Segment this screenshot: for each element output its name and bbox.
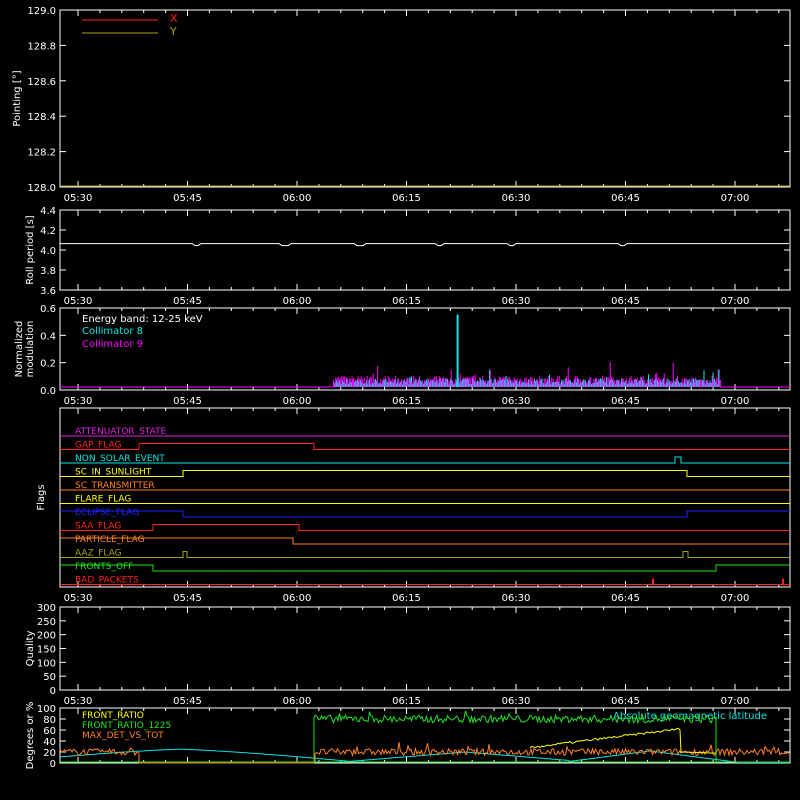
y-axis-label: Quality (25, 631, 36, 667)
y-tick-label: 50 (43, 672, 56, 683)
flag-label: ECLIPSE_FLAG (75, 508, 139, 518)
flag-trace (60, 537, 790, 545)
x-tick-label: 05:45 (173, 396, 202, 407)
x-tick-label: 06:15 (392, 193, 421, 204)
front-ratio-trace (529, 727, 717, 754)
x-tick-label: 06:45 (611, 696, 640, 707)
x-tick-label: 06:45 (611, 593, 640, 604)
x-tick-label: 06:00 (283, 193, 312, 204)
y-axis-label: Flags (36, 484, 47, 510)
x-tick-label: 05:30 (64, 696, 93, 707)
y-tick-label: 4.0 (40, 246, 56, 257)
x-tick-label: 06:00 (283, 696, 312, 707)
x-tick-label: 05:30 (64, 396, 93, 407)
collimator-9-label: Collimator 9 (82, 339, 143, 350)
x-tick-label: 07:00 (721, 696, 750, 707)
y-tick-label: 0 (50, 686, 56, 697)
front-ratio-label: FRONT_RATIO (82, 711, 144, 721)
y-tick-label: 128.2 (27, 148, 56, 159)
y-axis-label: Roll period [s] (25, 215, 36, 284)
max-det-label: MAX_DET_VS_TOT (82, 731, 164, 741)
x-tick-label: 06:00 (283, 593, 312, 604)
y-axis-label: Degrees or % (25, 702, 36, 770)
x-tick-label: 06:15 (392, 696, 421, 707)
x-tick-label: 05:45 (173, 593, 202, 604)
y-tick-label: 0.6 (40, 304, 56, 315)
x-tick-label: 07:00 (721, 296, 750, 307)
panel-1-frame (59, 209, 791, 291)
y-tick-label: 100 (37, 704, 56, 715)
y-tick-label: 4.4 (40, 206, 56, 217)
x-tick-label: 06:15 (392, 296, 421, 307)
x-tick-label: 05:45 (173, 296, 202, 307)
x-tick-label: 06:45 (611, 296, 640, 307)
flag-trace (60, 470, 790, 477)
y-tick-label: 250 (37, 617, 56, 628)
x-tick-label: 05:45 (173, 696, 202, 707)
x-tick-label: 06:30 (502, 593, 531, 604)
roll-period-trace (60, 243, 789, 247)
x-tick-label: 07:00 (721, 593, 750, 604)
x-tick-label: 06:15 (392, 396, 421, 407)
y-axis-label: modulation (25, 321, 36, 378)
y-tick-label: 80 (43, 715, 56, 726)
y-tick-label: 4.2 (40, 226, 56, 237)
y-tick-label: 0.2 (40, 359, 56, 370)
x-tick-label: 06:00 (283, 396, 312, 407)
flag-trace (60, 524, 790, 531)
y-tick-label: 40 (43, 737, 56, 748)
y-tick-label: 60 (43, 726, 56, 737)
flag-trace (60, 443, 790, 450)
front-ratio-1225-label: FRONT_RATIO_1225 (82, 721, 171, 731)
y-tick-label: 128.4 (27, 112, 56, 123)
collimator-8-label: Collimator 8 (82, 326, 143, 337)
x-tick-label: 05:30 (64, 593, 93, 604)
y-tick-label: 3.8 (40, 266, 56, 277)
y-tick-label: 128.0 (27, 183, 56, 194)
y-tick-label: 200 (37, 631, 56, 642)
flag-label: PARTICLE_FLAG (75, 535, 145, 545)
x-tick-label: 06:30 (502, 193, 531, 204)
y-axis-label: Pointing [°] (12, 70, 23, 126)
flag-trace (60, 456, 790, 464)
max-det-trace (59, 742, 790, 763)
legend-label-x: X (170, 12, 178, 25)
y-tick-label: 0.4 (40, 331, 56, 342)
modulation-bars (333, 362, 721, 387)
y-tick-label: 150 (37, 645, 56, 656)
y-tick-label: 128.8 (27, 41, 56, 52)
y-tick-label: 129.0 (27, 6, 56, 17)
rhessi-summary-plot: 05:30 05:45 06:00 06:15 06:30 06:45 07:00 129.0… (12, 6, 791, 770)
flag-trace (60, 564, 790, 572)
y-axis-label: Normalized (14, 321, 25, 378)
x-tick-label: 06:45 (611, 396, 640, 407)
y-tick-label: 100 (37, 658, 56, 669)
y-tick-label: 3.6 (40, 286, 56, 297)
panel-3-frame (59, 407, 791, 588)
flag-trace (60, 551, 790, 558)
x-tick-label: 05:45 (173, 193, 202, 204)
legend-label-y: Y (169, 25, 177, 38)
y-tick-label: 0 (50, 759, 56, 770)
x-tick-label: 06:45 (611, 193, 640, 204)
y-tick-label: 128.6 (27, 77, 56, 88)
x-tick-label: 05:30 (64, 296, 93, 307)
x-tick-label: 05:30 (64, 193, 93, 204)
y-tick-label: 0.0 (40, 386, 56, 397)
x-tick-label: 07:00 (721, 193, 750, 204)
x-tick-label: 06:30 (502, 296, 531, 307)
x-tick-label: 06:00 (283, 296, 312, 307)
x-tick-label: 07:00 (721, 396, 750, 407)
y-tick-label: 300 (37, 603, 56, 614)
panel-4-frame (59, 606, 791, 691)
flag-label: FRONTS_OFF (75, 562, 133, 572)
x-tick-label: 06:30 (502, 396, 531, 407)
x-tick-label: 06:15 (392, 593, 421, 604)
x-tick-label: 06:30 (502, 696, 531, 707)
y-tick-label: 20 (43, 748, 56, 759)
flag-trace (60, 510, 790, 518)
energy-band-label: Energy band: 12-25 keV (82, 314, 203, 325)
